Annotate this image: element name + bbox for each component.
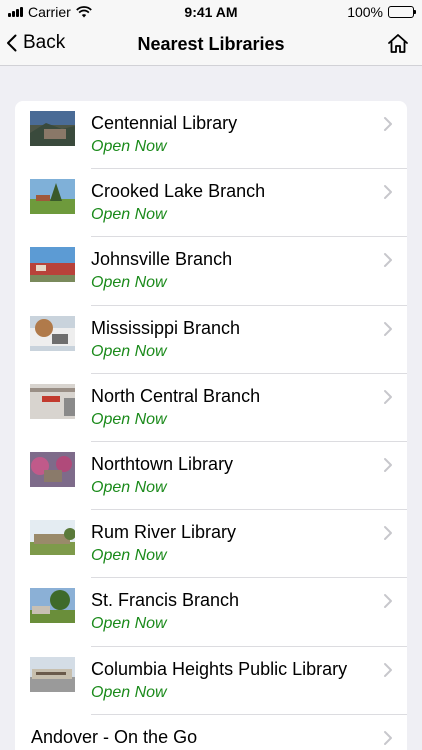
library-status: Open Now	[91, 342, 167, 360]
home-icon[interactable]	[386, 32, 410, 56]
library-status: Open Now	[91, 274, 167, 292]
library-thumbnail	[30, 656, 75, 692]
library-name: Rum River Library	[91, 522, 237, 543]
library-row[interactable]: Rum River Library Open Now	[15, 510, 407, 579]
library-row[interactable]: Northtown Library Open Now	[15, 442, 407, 511]
library-thumbnail	[30, 588, 75, 624]
library-row[interactable]: Crooked Lake Branch Open Now	[15, 169, 407, 238]
chevron-right-icon	[384, 730, 392, 745]
library-thumbnail	[30, 179, 75, 215]
library-row[interactable]: St. Francis Branch Open Now	[15, 578, 407, 647]
chevron-right-icon	[384, 253, 392, 268]
chevron-right-icon	[384, 526, 392, 541]
chevron-right-icon	[384, 321, 392, 336]
library-name: Columbia Heights Public Library	[91, 658, 348, 679]
library-name: Mississippi Branch	[91, 317, 241, 338]
library-status: Open Now	[91, 547, 167, 565]
library-row[interactable]: Mississippi Branch Open Now	[15, 306, 407, 374]
library-name: Johnsville Branch	[91, 249, 233, 270]
library-row[interactable]: North Central Branch Open Now	[15, 374, 407, 442]
library-row[interactable]: Centennial Library Open Now	[15, 101, 407, 170]
chevron-right-icon	[384, 117, 392, 131]
library-thumbnail	[30, 247, 75, 283]
page-title: Nearest Libraries	[137, 34, 285, 54]
library-status: Open Now	[91, 206, 167, 224]
library-status: Open Now	[91, 138, 167, 155]
chevron-right-icon	[384, 457, 392, 472]
library-thumbnail	[30, 520, 75, 556]
battery-icon	[388, 6, 416, 18]
library-row[interactable]: Andover - On the Go	[15, 715, 407, 750]
library-thumbnail	[30, 383, 75, 419]
library-name: Andover - On the Go	[31, 726, 198, 747]
library-status: Open Now	[91, 615, 167, 633]
battery-percent: 100%	[347, 4, 383, 20]
chevron-right-icon	[384, 185, 392, 200]
library-status: Open Now	[91, 478, 167, 496]
library-name: Northtown Library	[91, 453, 234, 474]
library-name: Crooked Lake Branch	[91, 181, 266, 202]
library-status: Open Now	[91, 410, 167, 428]
library-name: St. Francis Branch	[91, 590, 240, 611]
library-name: Centennial Library	[91, 113, 238, 133]
library-row[interactable]: Johnsville Branch Open Now	[15, 237, 407, 306]
library-thumbnail	[30, 451, 75, 487]
chevron-right-icon	[384, 662, 392, 677]
library-status: Open Now	[91, 683, 167, 701]
library-row[interactable]: Columbia Heights Public Library Open Now	[15, 647, 407, 715]
chevron-right-icon	[384, 389, 392, 404]
status-right: 100%	[347, 4, 416, 20]
status-bar: Carrier 9:41 AM 100%	[0, 0, 422, 24]
navigation-bar: Back Nearest Libraries	[0, 24, 422, 66]
library-name: North Central Branch	[91, 385, 261, 406]
library-thumbnail	[30, 111, 75, 146]
chevron-right-icon	[384, 594, 392, 609]
library-list: Centennial Library Open Now Crooked Lake…	[15, 101, 407, 750]
library-thumbnail	[30, 315, 75, 351]
